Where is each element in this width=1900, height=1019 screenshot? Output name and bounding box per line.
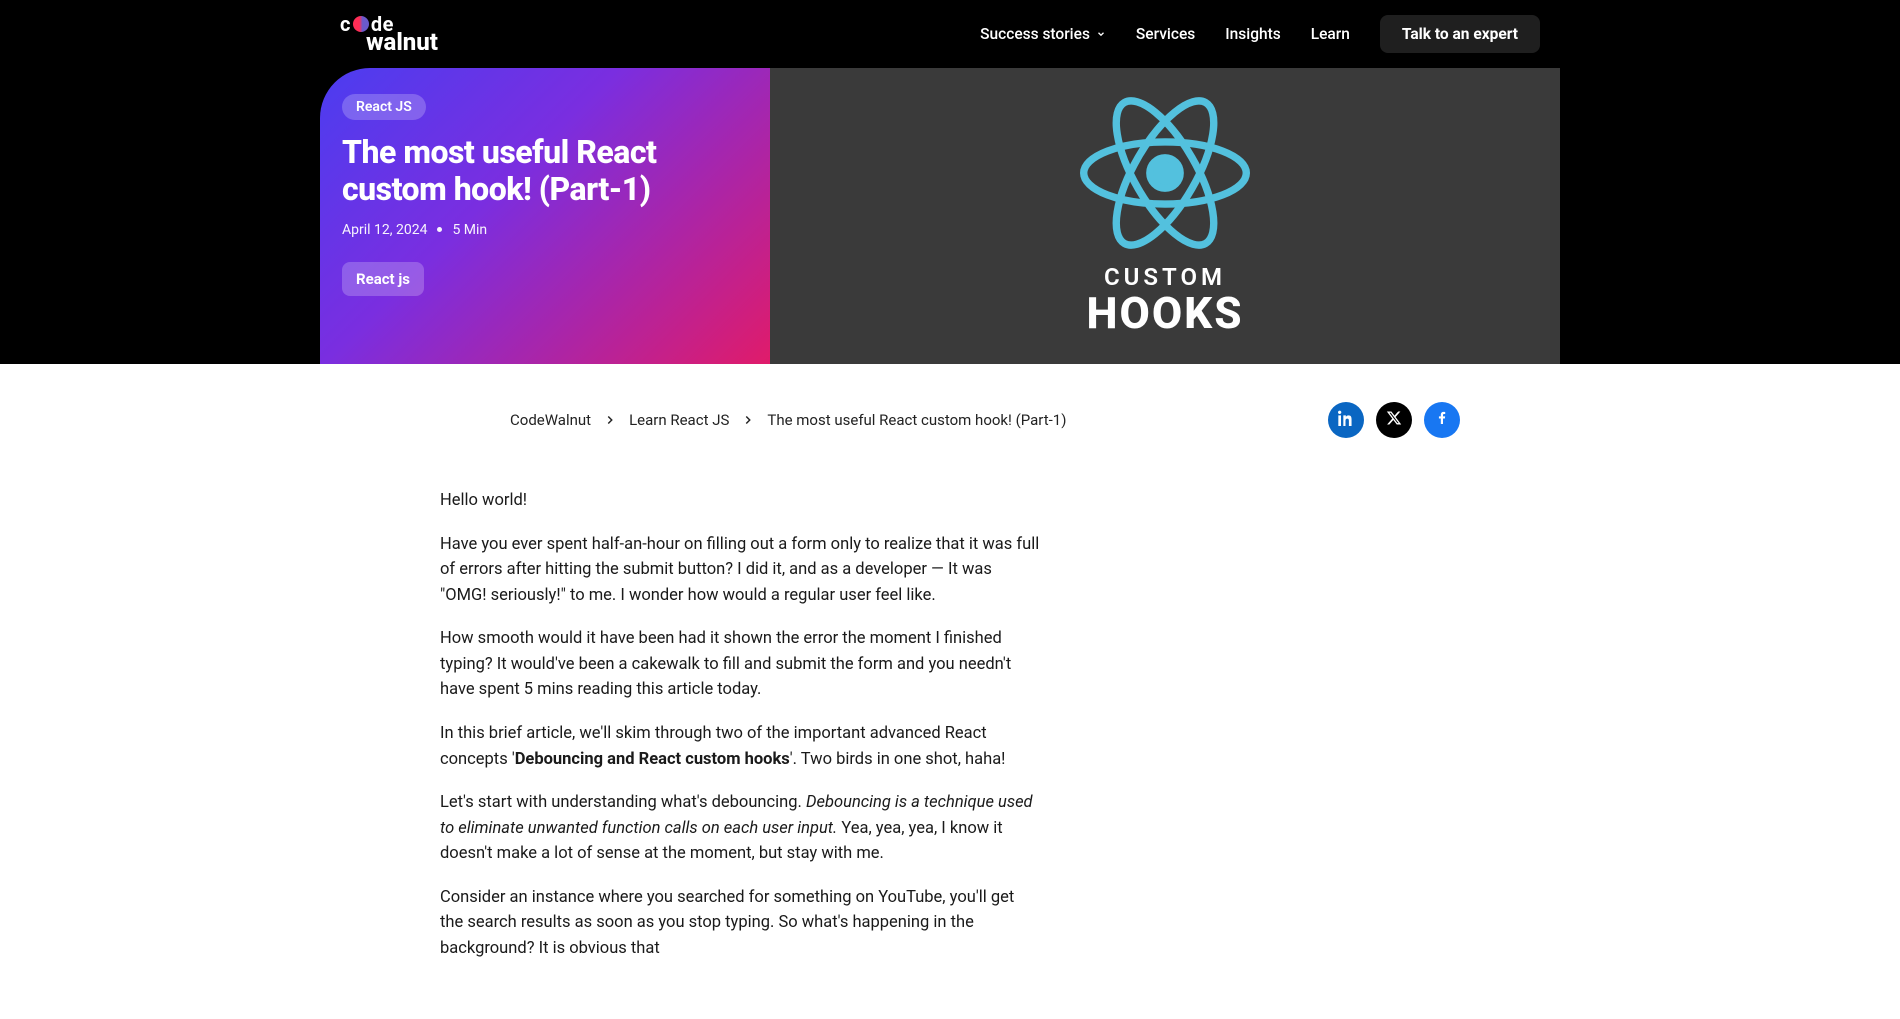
share-x-button[interactable] [1376,402,1412,438]
cta-button[interactable]: Talk to an expert [1380,15,1540,53]
logo[interactable]: c de walnut [340,14,438,54]
bullet-icon [437,227,442,232]
logo-dot-icon [353,16,369,32]
logo-text-part1: c [340,14,351,34]
paragraph: How smooth would it have been had it sho… [440,626,1040,703]
topic-tag[interactable]: React js [342,262,424,296]
paragraph: Let's start with understanding what's de… [440,790,1040,867]
article-title: The most useful React custom hook! (Part… [342,134,740,208]
hero-graphic-text-2: HOOKS [1086,287,1243,339]
paragraph: In this brief article, we'll skim throug… [440,721,1040,772]
article-read-time: 5 Min [452,222,487,238]
paragraph: Have you ever spent half-an-hour on fill… [440,532,1040,609]
hero: React JS The most useful React custom ho… [320,68,1560,364]
nav-success-stories[interactable]: Success stories [980,25,1106,43]
nav-item-label: Learn [1311,25,1350,43]
share-facebook-button[interactable] [1424,402,1460,438]
linkedin-icon [1338,410,1354,430]
chevron-right-icon [603,413,617,427]
nav-item-label: Success stories [980,25,1090,43]
breadcrumb: CodeWalnut Learn React JS The most usefu… [510,411,1066,429]
breadcrumb-category[interactable]: Learn React JS [629,411,729,429]
nav-services[interactable]: Services [1136,25,1195,43]
logo-text-line2: walnut [366,30,438,54]
paragraph: Hello world! [440,488,1040,514]
nav-learn[interactable]: Learn [1311,25,1350,43]
share-linkedin-button[interactable] [1328,402,1364,438]
chevron-down-icon [1096,29,1106,39]
category-pill: React JS [342,94,426,120]
nav-insights[interactable]: Insights [1225,25,1280,43]
breadcrumb-home[interactable]: CodeWalnut [510,411,591,429]
breadcrumb-current: The most useful React custom hook! (Part… [767,411,1066,429]
facebook-icon [1434,410,1450,430]
react-logo-icon [1080,93,1250,253]
article-date: April 12, 2024 [342,222,427,238]
x-icon [1386,410,1402,430]
chevron-right-icon [741,413,755,427]
article-body: Hello world! Have you ever spent half-an… [440,488,1040,961]
nav-item-label: Services [1136,25,1195,43]
nav-item-label: Insights [1225,25,1280,43]
paragraph: Consider an instance where you searched … [440,885,1040,962]
